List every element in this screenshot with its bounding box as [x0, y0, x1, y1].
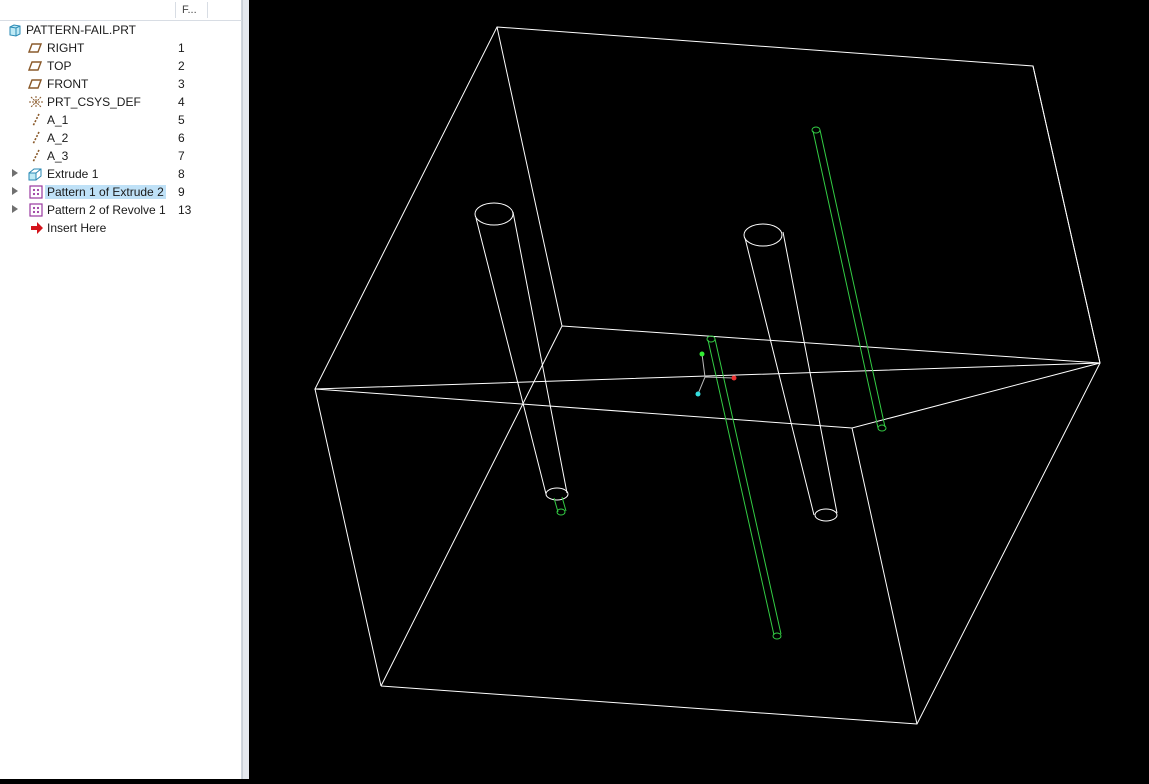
- tree-item-label: Extrude 1: [47, 167, 99, 181]
- tree-item-label: Pattern 1 of Extrude 2: [45, 185, 166, 199]
- model-tree-header: F...: [0, 0, 242, 21]
- tree-item-label: PRT_CSYS_DEF: [47, 95, 141, 109]
- feature-number: 2: [178, 59, 185, 73]
- block-wireframe: [314, 26, 1101, 725]
- column-separator[interactable]: [207, 2, 208, 18]
- feature-number: 4: [178, 95, 185, 109]
- tree-item-extrude-1[interactable]: Extrude 1 8: [0, 165, 242, 183]
- tree-item-label: A_3: [47, 149, 69, 163]
- column-separator[interactable]: [175, 2, 176, 18]
- datum-axis-icon: [32, 149, 40, 163]
- feature-number: 1: [178, 41, 185, 55]
- feature-number: 8: [178, 167, 185, 181]
- feature-number: 3: [178, 77, 185, 91]
- coordinate-system-icon: [29, 96, 43, 108]
- graphics-viewport[interactable]: [249, 0, 1149, 779]
- tree-item-pattern-2-of-revolve-1[interactable]: Pattern 2 of Revolve 1 13: [0, 201, 242, 219]
- tree-item-label: RIGHT: [47, 41, 85, 55]
- feature-number: 5: [178, 113, 185, 127]
- tree-item-label: A_2: [47, 131, 69, 145]
- tree-item-a-3[interactable]: A_3 7: [0, 147, 242, 165]
- part-icon: [9, 24, 21, 37]
- pattern-icon: [29, 203, 43, 217]
- expand-arrow-icon[interactable]: [12, 169, 18, 177]
- expand-arrow-icon[interactable]: [12, 205, 18, 213]
- wireframe-model: [314, 26, 1101, 725]
- pattern-pin-highlight: [553, 126, 887, 640]
- model-tree-panel: F... PATTERN-FAIL.PRT RIGHT 1 TOP 2 FRON…: [0, 0, 242, 779]
- tree-item-a-1[interactable]: A_1 5: [0, 111, 242, 129]
- tree-item-label: A_1: [47, 113, 69, 127]
- extrude-icon: [28, 168, 42, 181]
- expand-arrow-icon[interactable]: [12, 187, 18, 195]
- tree-root-part[interactable]: PATTERN-FAIL.PRT: [0, 21, 242, 39]
- tree-item-a-2[interactable]: A_2 6: [0, 129, 242, 147]
- hole-left: [474, 202, 569, 501]
- feature-number: 6: [178, 131, 185, 145]
- tree-item-prt-csys-def[interactable]: PRT_CSYS_DEF 4: [0, 93, 242, 111]
- feature-number: 9: [178, 185, 185, 199]
- tree-item-pattern-1-of-extrude-2[interactable]: Pattern 1 of Extrude 2 9: [0, 183, 242, 201]
- tree-item-label: Insert Here: [47, 221, 107, 235]
- tree-item-label: FRONT: [47, 77, 89, 91]
- panel-splitter[interactable]: [242, 0, 249, 779]
- feature-number: 13: [178, 203, 192, 217]
- datum-axis-icon: [32, 131, 40, 145]
- datum-plane-icon: [28, 79, 42, 89]
- feature-number: 7: [178, 149, 185, 163]
- datum-plane-icon: [28, 61, 42, 71]
- insert-arrow-icon: [31, 222, 43, 234]
- datum-axis-icon: [32, 113, 40, 127]
- tree-item-label: TOP: [47, 59, 72, 73]
- tree-item-right[interactable]: RIGHT 1: [0, 39, 242, 57]
- tree-item-front[interactable]: FRONT 3: [0, 75, 242, 93]
- datum-plane-icon: [28, 43, 42, 53]
- tree-root-label: PATTERN-FAIL.PRT: [26, 23, 137, 37]
- feature-number-column-header[interactable]: F...: [182, 4, 197, 16]
- tree-item-label: Pattern 2 of Revolve 1: [47, 203, 166, 217]
- pattern-icon: [29, 185, 43, 199]
- tree-item-insert-here[interactable]: Insert Here: [0, 219, 242, 237]
- tree-item-top[interactable]: TOP 2: [0, 57, 242, 75]
